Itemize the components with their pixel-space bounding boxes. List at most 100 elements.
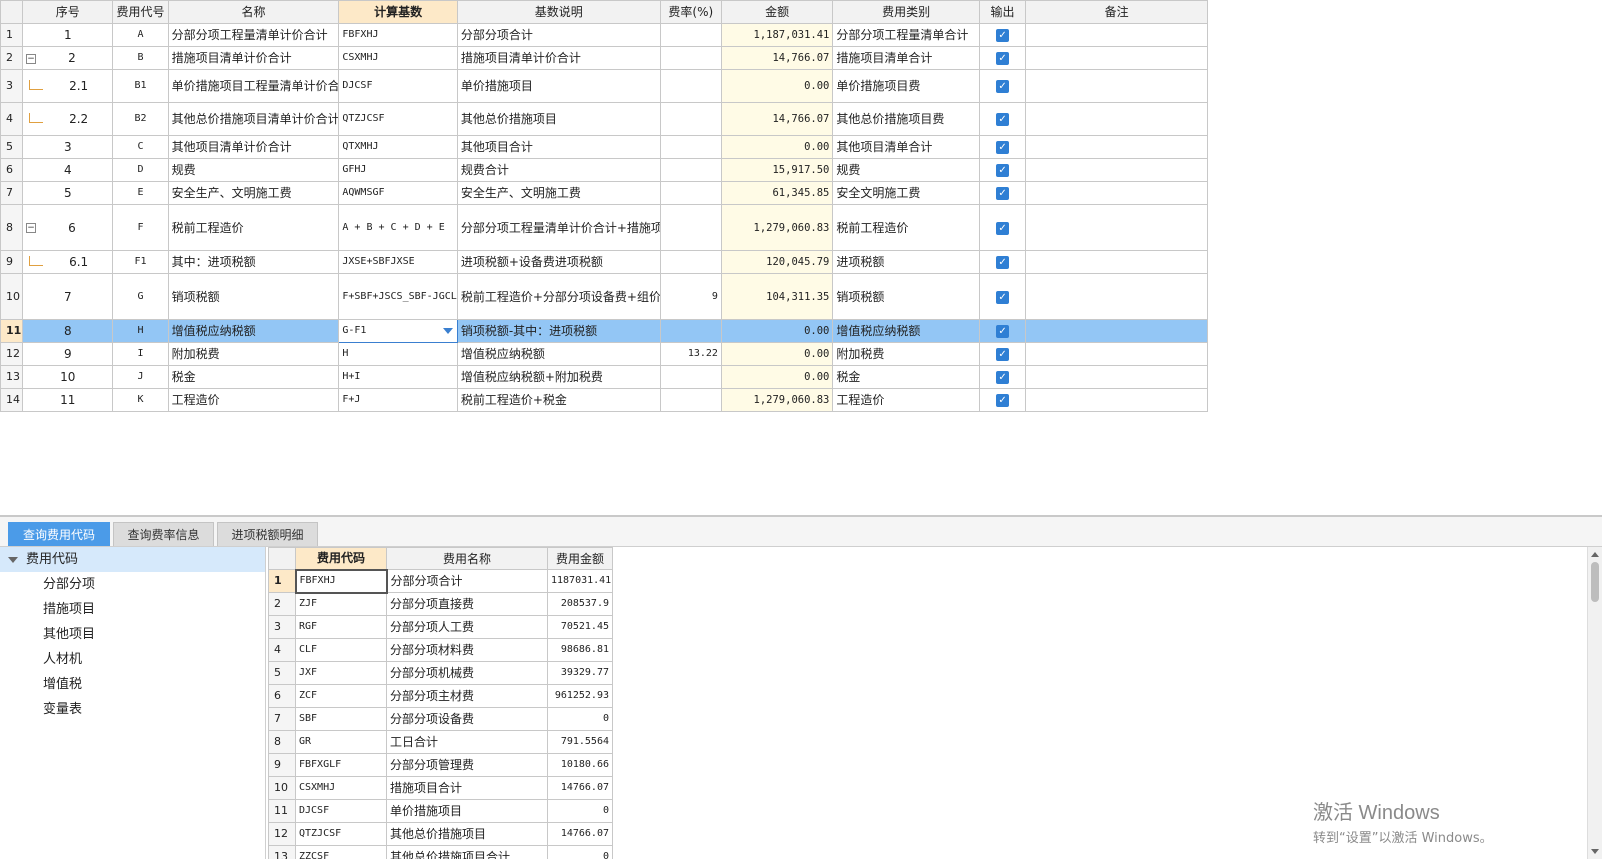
cell-seq[interactable]: 4 [22,158,114,182]
table-row[interactable]: 12 QTZJCSF 其他总价措施项目 14766.07 [268,822,613,846]
table-row[interactable]: 1 FBFXHJ 分部分项合计 1187031.41 [268,568,613,594]
cell-type[interactable]: 销项税额 [832,273,980,320]
cell-base[interactable]: CSXMHJ [338,46,458,70]
cell-type[interactable]: 工程造价 [832,388,980,412]
cell-name[interactable]: 工程造价 [167,388,340,412]
cell-fee-amount[interactable]: 98686.81 [547,638,613,662]
row-number[interactable]: 10 [268,776,296,800]
row-number[interactable]: 3 [268,615,296,639]
cell-rate[interactable] [659,46,722,70]
tree-item-qtxm[interactable]: 其他项目 [0,622,265,647]
cell-base[interactable]: GFHJ [338,158,458,182]
cell-type[interactable]: 税前工程造价 [832,204,980,251]
cell-fee-name[interactable]: 分部分项合计 [386,569,548,593]
scroll-thumb[interactable] [1591,562,1599,602]
table-row[interactable]: 107G销项税额F+SBF+JSCS_SBF-JGCLF-JGZCF-JGSBF… [0,273,1208,320]
cell-rate[interactable] [659,69,722,103]
cell-rate[interactable] [659,204,722,251]
table-row[interactable]: 13 10 J 税金 H+I 增值税应纳税额+附加税费 0.00 税金 ✓ [0,365,1208,389]
cell-code[interactable]: F [112,204,169,251]
tree-root-fee-code[interactable]: 费用代码 [0,547,265,572]
cell-code[interactable]: B1 [112,69,169,103]
cell-remark[interactable] [1025,250,1208,274]
cell-type[interactable]: 其他项目清单合计 [832,135,980,159]
row-number[interactable]: 8 [0,204,24,251]
checkbox-checked-icon[interactable]: ✓ [996,141,1010,154]
col-header-base[interactable]: 计算基数 [338,0,458,24]
chevron-down-icon[interactable] [8,556,18,563]
cell-remark[interactable] [1025,388,1208,412]
row-number[interactable]: 2 [268,592,296,616]
cell-remark[interactable] [1025,102,1208,136]
tree-item-rcj[interactable]: 人材机 [0,647,265,672]
cell-remark[interactable] [1025,69,1208,103]
table-row[interactable]: 3 2.1 B1 单价措施项目工程量清单计价合计 DJCSF 单价措施项目 0.00 单价措施… [0,69,1208,103]
cell-fee-code[interactable]: ZJF [295,592,387,616]
table-row[interactable]: 5 JXF 分部分项机械费 39329.77 [268,661,613,685]
table-row[interactable]: 5 3 C 其他项目清单计价合计 QTXMHJ 其他项目合计 0.00 其他项目清单合计 ✓ [0,135,1208,159]
table-row[interactable]: 13 ZZCSF 其他总价措施项目合计 0 [268,845,613,859]
cell-fee-code[interactable]: SBF [295,707,387,731]
cell-type[interactable]: 进项税额 [832,250,980,274]
cell-amount[interactable]: 14,766.07 [720,102,834,136]
checkbox-checked-icon[interactable]: ✓ [996,29,1010,42]
table-row[interactable]: 8−6 F 税前工程造价 A + B + C + D + E 分部分项工程量清单计价合计… [0,204,1208,251]
cell-base[interactable]: AQWMSGF [338,181,458,205]
cell-remark[interactable] [1025,23,1208,47]
scroll-down-icon[interactable] [1591,849,1599,854]
cell-type[interactable]: 措施项目清单合计 [832,46,980,70]
cell-remark[interactable] [1025,273,1208,320]
row-number[interactable]: 11 [0,319,24,343]
table-row[interactable]: 6 ZCF 分部分项主材费 961252.93 [268,684,613,708]
cell-amount[interactable]: 104,311.35 [720,273,834,320]
cell-fee-code[interactable]: DJCSF [295,799,387,823]
cell-seq[interactable]: 8 [22,319,114,343]
row-number[interactable]: 5 [0,135,24,159]
cell-desc[interactable]: 规费合计 [456,158,661,182]
code-col-header-amount[interactable]: 费用金额 [547,547,613,570]
cell-fee-amount[interactable]: 0 [547,799,613,823]
cell-output[interactable]: ✓ [978,102,1027,136]
code-corner-header[interactable] [268,547,296,570]
cell-fee-name[interactable]: 分部分项材料费 [386,638,548,662]
cell-type[interactable]: 其他总价措施项目费 [832,102,980,136]
row-number[interactable]: 7 [268,707,296,731]
cell-fee-amount[interactable]: 39329.77 [547,661,613,685]
row-number[interactable]: 8 [268,730,296,754]
cell-name[interactable]: 其他总价措施项目清单计价合计 [167,102,340,136]
table-row[interactable]: 6 4 D 规费 GFHJ 规费合计 15,917.50 规费 ✓ [0,158,1208,182]
cell-rate[interactable] [659,102,722,136]
cell-name[interactable]: 税前工程造价 [167,204,340,251]
table-row[interactable]: 4 CLF 分部分项材料费 98686.81 [268,638,613,662]
tab-query-rate-info[interactable]: 查询费率信息 [113,522,214,546]
cell-seq[interactable]: 6.1 [22,250,114,274]
cell-desc[interactable]: 增值税应纳税额 [456,342,661,366]
cell-fee-amount[interactable]: 208537.9 [547,592,613,616]
cell-amount[interactable]: 0.00 [720,342,834,366]
cell-rate[interactable] [659,388,722,412]
cell-type[interactable]: 税金 [832,365,980,389]
cell-remark[interactable] [1025,319,1208,343]
cell-fee-code[interactable]: FBFXGLF [295,753,387,777]
cell-output[interactable]: ✓ [978,204,1027,251]
cell-name[interactable]: 增值税应纳税额 [167,319,340,343]
cell-code[interactable]: C [112,135,169,159]
collapse-icon[interactable]: − [26,53,37,64]
row-number[interactable]: 1 [268,569,296,593]
cell-seq[interactable]: 2.1 [22,69,114,103]
table-row[interactable]: 9 FBFXGLF 分部分项管理费 10180.66 [268,753,613,777]
code-col-header-code[interactable]: 费用代码 [295,547,387,570]
cell-base[interactable]: H+I [338,365,458,389]
row-number[interactable]: 12 [268,822,296,846]
row-number[interactable]: 9 [268,753,296,777]
table-row[interactable]: 12 9 I 附加税费 H 增值税应纳税额 13.22 0.00 附加税费 ✓ [0,342,1208,366]
cell-name[interactable]: 单价措施项目工程量清单计价合计 [167,69,340,103]
tab-input-tax-detail[interactable]: 进项税额明细 [217,522,318,546]
cell-base[interactable]: QTZJCSF [338,102,458,136]
cell-fee-name[interactable]: 分部分项设备费 [386,707,548,731]
cell-output[interactable]: ✓ [978,273,1027,320]
cell-base[interactable]: A + B + C + D + E [338,204,458,251]
row-number[interactable]: 3 [0,69,24,103]
cell-base[interactable]: QTXMHJ [338,135,458,159]
cell-output[interactable]: ✓ [978,69,1027,103]
